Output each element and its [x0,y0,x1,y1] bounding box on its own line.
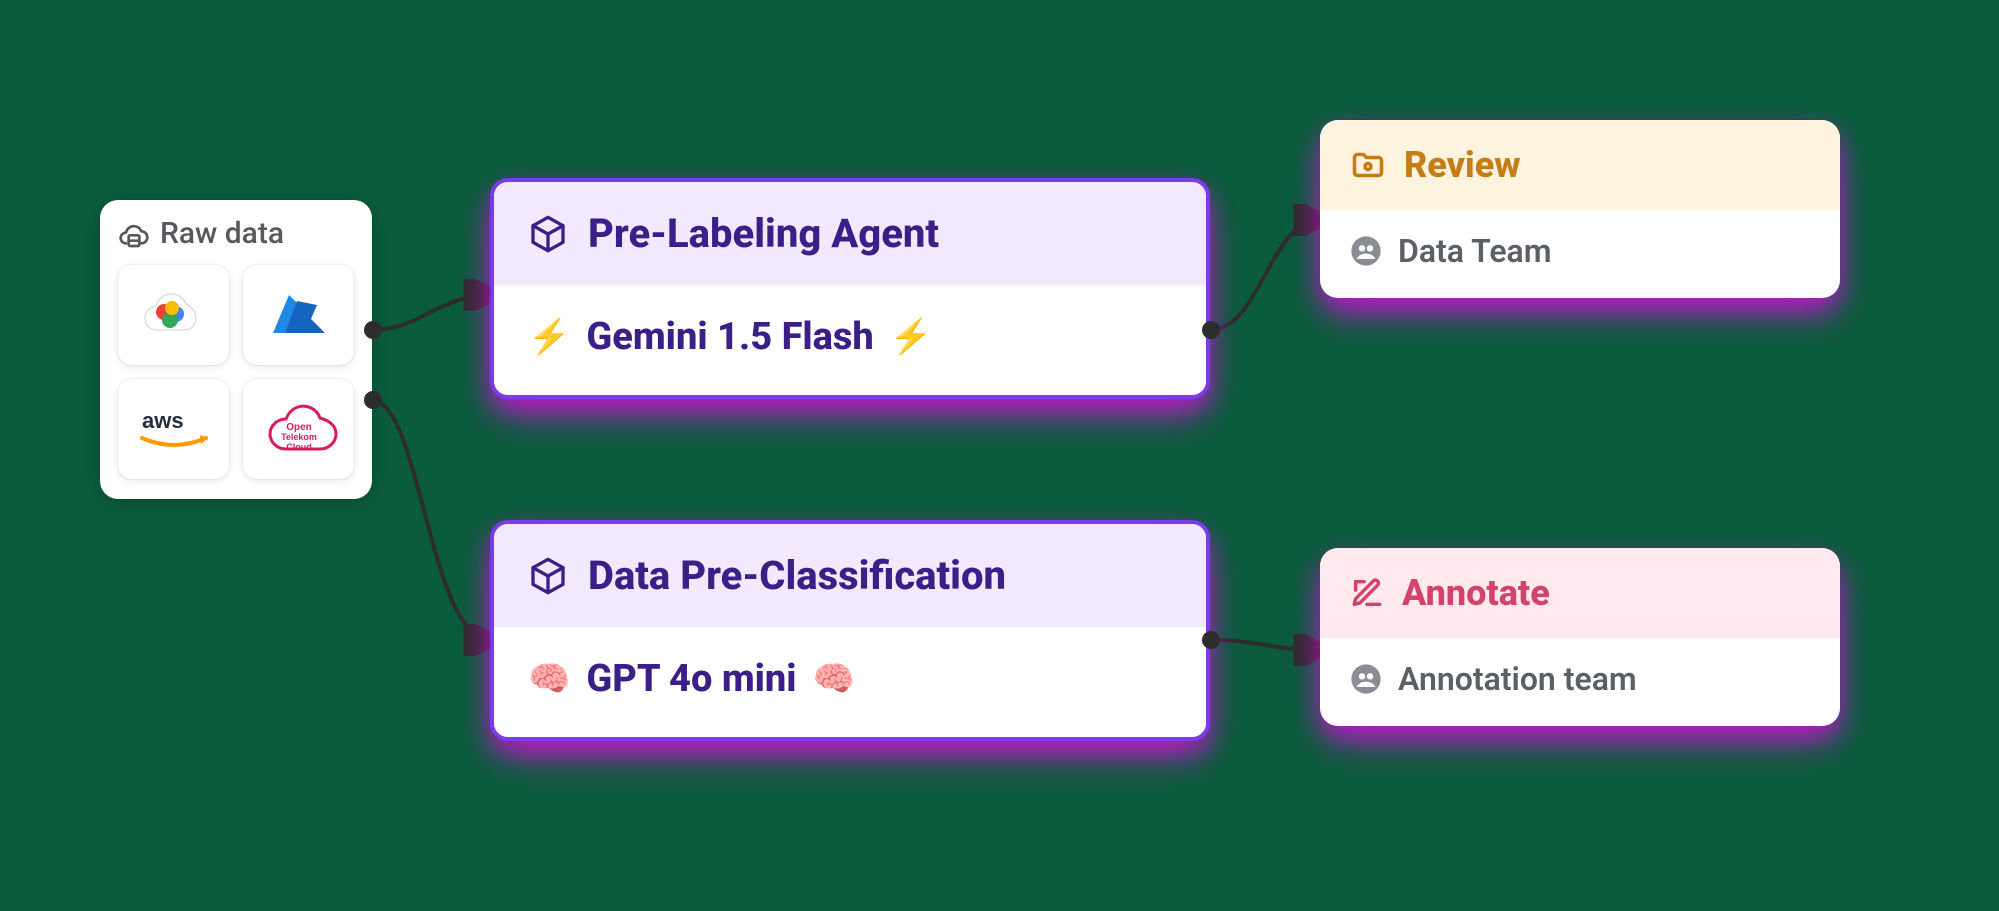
cube-icon [528,214,568,254]
node-pre-labeling-agent[interactable]: Pre-Labeling Agent ⚡ Gemini 1.5 Flash ⚡ [490,178,1210,399]
port-rawdata-out-2 [364,391,382,409]
edit-icon [1350,576,1384,610]
provider-open-telekom-cloud[interactable]: Open Telekom Cloud [243,379,354,479]
team-icon [1350,663,1382,695]
azure-icon [267,289,331,341]
port-agent2-out [1202,631,1220,649]
agent2-model: GPT 4o mini [586,657,796,701]
team-icon [1350,235,1382,267]
aws-icon: aws [136,404,212,454]
svg-text:aws: aws [142,408,184,433]
svg-text:Telekom: Telekom [281,432,317,442]
node-review-task[interactable]: Review Data Team [1320,120,1840,298]
bolt-icon: ⚡ [528,317,570,357]
port-rawdata-out-1 [364,321,382,339]
google-cloud-icon [142,290,206,340]
open-telekom-cloud-icon: Open Telekom Cloud [254,400,344,458]
node-raw-data[interactable]: Raw data [100,200,372,499]
provider-google-cloud[interactable] [118,265,229,365]
review-team: Data Team [1398,232,1552,270]
provider-aws[interactable]: aws [118,379,229,479]
raw-data-title: Raw data [160,216,284,251]
provider-azure[interactable] [243,265,354,365]
annotate-team: Annotation team [1398,660,1637,698]
cube-icon [528,556,568,596]
folder-eye-icon [1350,147,1386,183]
brain-icon: 🧠 [813,659,855,699]
svg-text:Cloud: Cloud [286,442,312,452]
agent1-title: Pre-Labeling Agent [588,210,939,257]
port-agent1-out [1202,321,1220,339]
agent1-model: Gemini 1.5 Flash [586,315,873,359]
review-title: Review [1404,144,1521,186]
node-annotate-task[interactable]: Annotate Annotation team [1320,548,1840,726]
annotate-title: Annotate [1402,572,1550,614]
bolt-icon: ⚡ [890,317,932,357]
agent2-title: Data Pre-Classification [588,552,1006,599]
brain-icon: 🧠 [528,659,570,699]
cloud-db-icon [118,218,150,250]
node-data-pre-classification[interactable]: Data Pre-Classification 🧠 GPT 4o mini 🧠 [490,520,1210,741]
